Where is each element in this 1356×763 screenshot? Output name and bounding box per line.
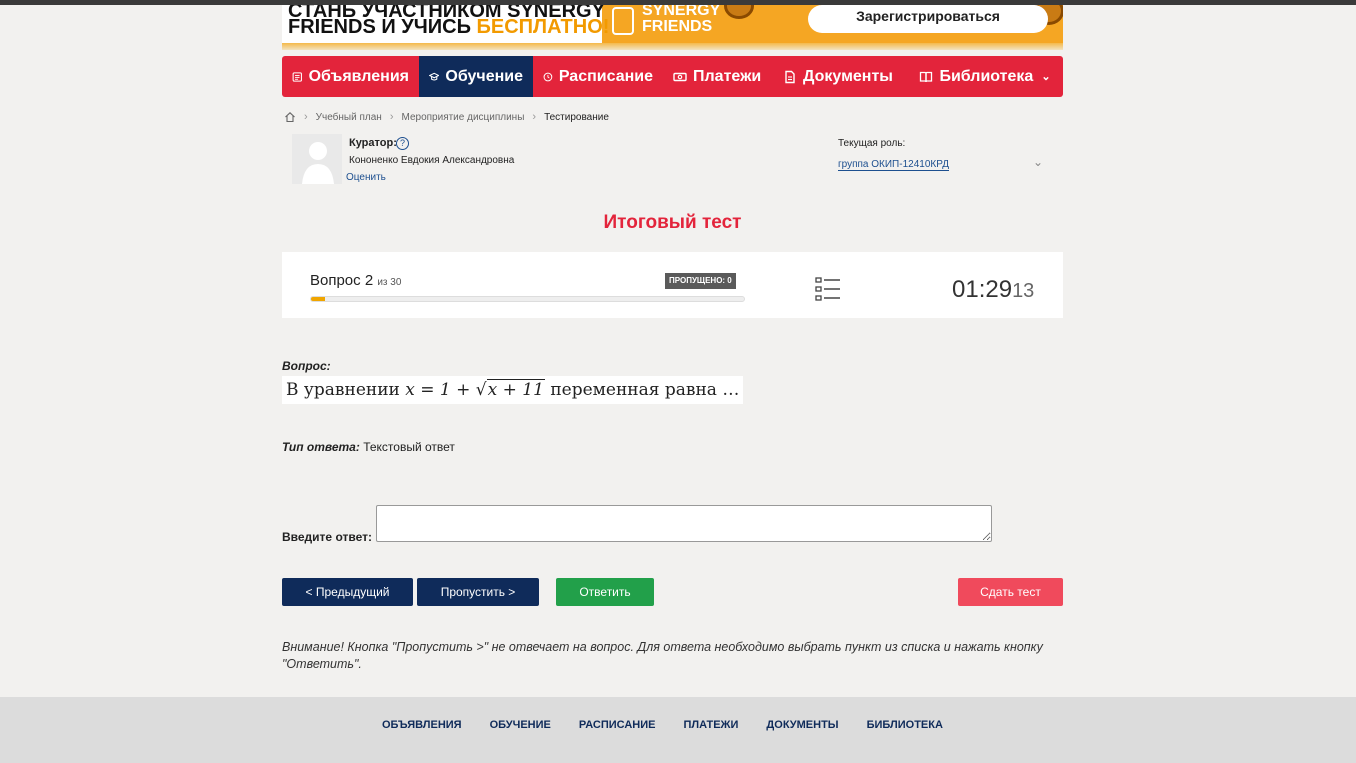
main-nav: Объявления Обучение Расписание Платежи Д… [282,56,1063,97]
graduation-cap-icon [429,72,440,80]
help-icon[interactable]: ? [396,137,409,150]
role-select[interactable]: группа ОКИП-12410КРД [838,159,949,171]
test-status-panel: Вопрос 2 из 30 ПРОПУЩЕНО: 0 01:2913 [282,252,1063,318]
submit-test-button[interactable]: Сдать тест [958,578,1063,606]
chevron-right-icon: › [532,111,537,123]
answer-type-label: Тип ответа: [282,440,360,454]
person-silhouette-icon [302,142,334,184]
previous-button[interactable]: < Предыдущий [282,578,413,606]
question-total: из 30 [377,277,402,288]
nav-label: Документы [803,67,893,85]
footer-link-announcements[interactable]: ОБЪЯВЛЕНИЯ [382,719,462,731]
nav-label: Платежи [693,67,762,85]
footer-nav: ОБЪЯВЛЕНИЯ ОБУЧЕНИЕ РАСПИСАНИЕ ПЛАТЕЖИ Д… [382,719,971,731]
avatar [292,134,342,184]
question-counter: Вопрос 2 из 30 [310,272,401,289]
money-icon [673,72,687,81]
curator-name: Кононенко Евдокия Александровна [349,155,515,166]
timer-seconds: 13 [1012,280,1035,302]
chevron-down-icon[interactable]: ⌄ [1033,155,1043,169]
footer-link-library[interactable]: БИБЛИОТЕКА [867,719,943,731]
sqrt-symbol: √ [475,380,487,400]
nav-item-education[interactable]: Обучение [419,56,533,97]
breadcrumb-item[interactable]: Мероприятие дисциплины [402,112,525,123]
chevron-right-icon: › [304,111,308,123]
chevron-right-icon: › [389,111,394,123]
logo-line-2: FRIENDS [642,18,713,35]
answer-label: Введите ответ: [282,530,372,544]
answer-type: Тип ответа: Текстовый ответ [282,440,455,454]
equation-sqrt: x + 11 [486,379,545,400]
footer-link-documents[interactable]: ДОКУМЕНТЫ [766,719,838,731]
banner-line-2-text: FRIENDS И УЧИСЬ [288,16,477,38]
curator-label: Куратор: [349,137,397,149]
question-text: В уравнении x = 1 + √x + 11 переменная р… [282,376,744,404]
question-text-before: В уравнении [286,380,400,400]
answer-input[interactable] [376,505,992,542]
question-word: Вопрос [310,272,361,289]
footer: ОБЪЯВЛЕНИЯ ОБУЧЕНИЕ РАСПИСАНИЕ ПЛАТЕЖИ Д… [0,697,1356,763]
page-title: Итоговый тест [603,212,742,233]
footer-link-schedule[interactable]: РАСПИСАНИЕ [579,719,656,731]
home-icon[interactable] [284,111,296,123]
answer-button[interactable]: Ответить [556,578,654,606]
nav-label: Расписание [558,67,653,85]
answer-type-value: Текстовый ответ [363,440,455,454]
warning-note: Внимание! Кнопка "Пропустить >" не отвеч… [282,640,1043,671]
nav-item-announcements[interactable]: Объявления [282,56,419,97]
chevron-down-icon: ⌄ [1041,71,1051,83]
nav-label: Объявления [308,67,409,85]
book-icon [920,71,933,82]
lion-logo-icon [612,7,634,35]
nav-item-documents[interactable]: Документы [773,56,907,97]
document-icon [785,70,795,83]
breadcrumb-item[interactable]: Учебный план [316,112,382,123]
breadcrumb-current: Тестирование [544,111,609,123]
clock-icon [543,72,553,81]
nav-item-library[interactable]: Библиотека ⌄ [907,56,1063,97]
register-button[interactable]: Зарегистрироваться [808,5,1048,33]
question-label: Вопрос: [282,359,331,373]
footer-link-education[interactable]: ОБУЧЕНИЕ [490,719,551,731]
progress-fill [311,297,326,301]
nav-label: Библиотека [939,67,1034,85]
synergy-friends-logo: SYNERGY FRIENDS [612,5,720,43]
nav-item-payments[interactable]: Платежи [663,56,773,97]
promo-banner[interactable]: СТАНЬ УЧАСТНИКОМ SYNERGY FRIENDS И УЧИСЬ… [282,5,1063,50]
skipped-badge: ПРОПУЩЕНО: 0 [665,273,736,289]
nav-item-schedule[interactable]: Расписание [533,56,663,97]
banner-shadow [282,43,1063,50]
countdown-timer: 01:2913 [952,276,1034,304]
question-number: 2 [364,272,374,289]
rate-link[interactable]: Оценить [346,172,386,183]
equation-lhs: x = 1 + [405,380,476,400]
skip-button[interactable]: Пропустить > [417,578,539,606]
role-label: Текущая роль: [838,138,906,149]
banner-free-text: БЕСПЛАТНО! [476,16,610,38]
footer-link-payments[interactable]: ПЛАТЕЖИ [683,719,738,731]
banner-line-2: FRIENDS И УЧИСЬ БЕСПЛАТНО! [288,17,609,37]
announcement-icon [292,71,302,82]
question-text-after: переменная равна … [550,380,740,400]
banner-text-area: СТАНЬ УЧАСТНИКОМ SYNERGY FRIENDS И УЧИСЬ… [282,5,609,43]
timer-main: 01:29 [952,276,1013,303]
question-list-icon[interactable] [815,277,841,301]
coin-icon [724,5,754,19]
logo-line-1: SYNERGY [642,5,721,19]
breadcrumb: › Учебный план › Мероприятие дисциплины … [284,109,609,125]
progress-bar [310,296,745,302]
nav-label: Обучение [445,67,523,85]
